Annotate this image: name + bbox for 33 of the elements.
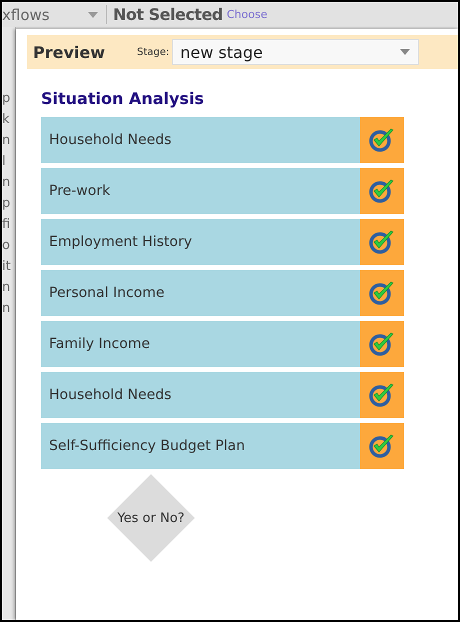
check-icon	[369, 280, 395, 306]
step-item[interactable]: Household Needs	[41, 372, 360, 418]
background-text: fi	[2, 217, 12, 234]
step-item[interactable]: Self-Sufficiency Budget Plan	[41, 423, 360, 469]
step-item[interactable]: Personal Income	[41, 270, 360, 316]
background-text: p	[2, 91, 12, 108]
background-text: p	[2, 196, 12, 213]
background-text: n	[2, 133, 12, 150]
step-item[interactable]: Pre-work	[41, 168, 360, 214]
stage-dropdown[interactable]: new stage	[172, 39, 420, 65]
caret-icon[interactable]	[88, 12, 98, 18]
stage-label: Stage:	[137, 46, 170, 58]
check-icon	[369, 178, 395, 204]
section-heading: Situation Analysis	[41, 89, 205, 108]
background-text: it	[2, 259, 12, 276]
step-item[interactable]: Family Income	[41, 321, 360, 367]
check-icon	[369, 127, 395, 153]
check-icon	[369, 433, 395, 459]
menu-label: xflows	[2, 6, 51, 24]
step-item[interactable]: Household Needs	[41, 117, 360, 163]
status-text: Not Selected	[106, 5, 223, 24]
background-text: o	[2, 238, 11, 255]
caret-icon	[400, 49, 410, 55]
check-icon	[369, 331, 395, 357]
background-text: n	[2, 175, 12, 192]
background-text: n	[2, 280, 12, 297]
check-icon	[369, 229, 395, 255]
step-item[interactable]: Employment History	[41, 219, 360, 265]
preview-title: Preview	[33, 42, 106, 62]
check-icon	[369, 382, 395, 408]
background-text: l	[2, 154, 7, 171]
background-text: k	[2, 112, 11, 129]
background-text: n	[2, 301, 12, 318]
